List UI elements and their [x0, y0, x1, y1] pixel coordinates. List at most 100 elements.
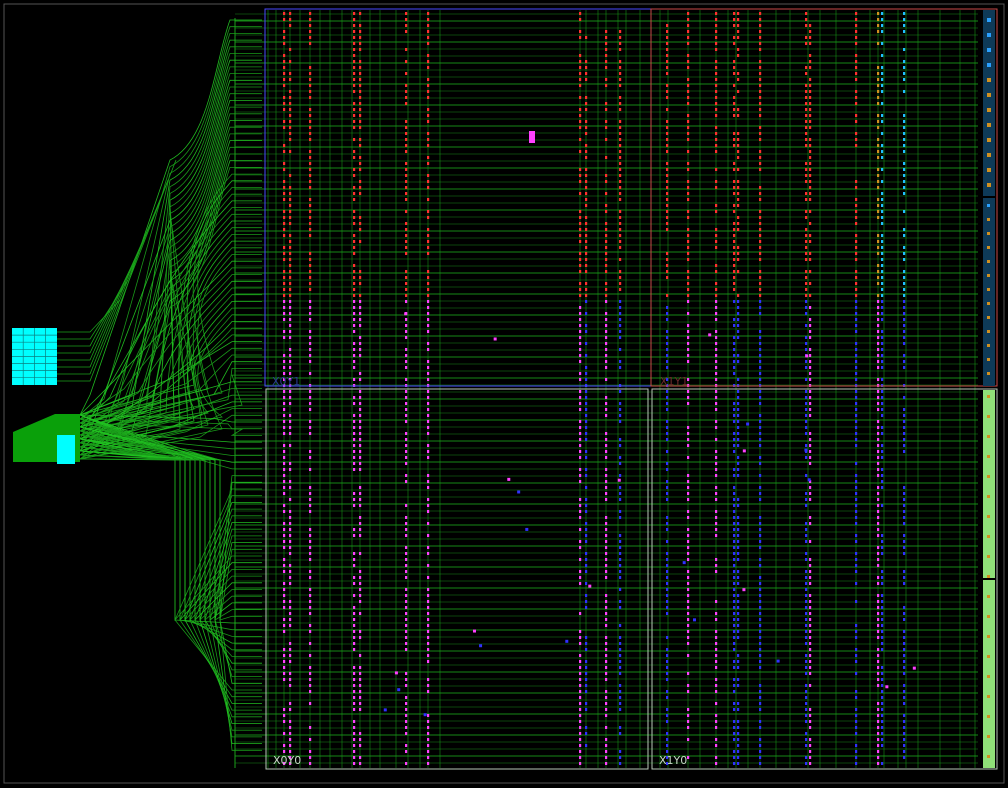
- placed-cell: [289, 510, 292, 513]
- placed-cell: [619, 672, 622, 675]
- placed-cell: [427, 594, 430, 597]
- placed-cell: [359, 468, 362, 471]
- placed-cell: [881, 54, 884, 57]
- placed-cell: [877, 342, 880, 345]
- placed-cell: [605, 474, 608, 477]
- placed-cell: [405, 192, 408, 195]
- placed-cell: [742, 449, 746, 453]
- placed-cell: [855, 30, 858, 33]
- placed-cell: [805, 696, 808, 699]
- placed-cell: [309, 546, 312, 549]
- placed-cell: [283, 618, 286, 621]
- placed-cell: [805, 36, 808, 39]
- placed-cell: [309, 126, 312, 129]
- placed-cell: [903, 546, 906, 549]
- placed-cell: [903, 492, 906, 495]
- bank-pin: [987, 260, 990, 263]
- placed-cell: [737, 708, 740, 711]
- placed-cell: [759, 84, 762, 87]
- placed-cell: [359, 396, 362, 399]
- placed-cell: [585, 396, 588, 399]
- placed-cell: [809, 252, 812, 255]
- placed-cell: [309, 66, 312, 69]
- placed-cell: [359, 630, 362, 633]
- placed-cell: [881, 696, 884, 699]
- placed-cell: [715, 612, 718, 615]
- placed-cell: [805, 528, 808, 531]
- placed-cell: [877, 360, 880, 363]
- placed-cell: [666, 558, 669, 561]
- placed-cell: [359, 186, 362, 189]
- placed-cell: [805, 552, 808, 555]
- placed-cell: [715, 450, 718, 453]
- io-bank-lower[interactable]: [983, 390, 995, 578]
- placed-cell: [737, 444, 740, 447]
- placed-cell: [585, 222, 588, 225]
- placed-cell: [353, 102, 356, 105]
- placed-cell: [809, 78, 812, 81]
- io-cluster-left[interactable]: [12, 328, 57, 385]
- placed-cell: [309, 486, 312, 489]
- placed-cell: [289, 252, 292, 255]
- placed-cell: [715, 654, 718, 657]
- placed-cell: [283, 216, 286, 219]
- placed-cell: [903, 636, 906, 639]
- placed-cell: [309, 450, 312, 453]
- placed-cell: [903, 444, 906, 447]
- placed-cell: [427, 762, 430, 765]
- placed-cell: [605, 690, 608, 693]
- io-bank-upper[interactable]: [983, 198, 995, 386]
- placed-cell: [737, 192, 740, 195]
- placed-cell: [877, 210, 880, 213]
- placed-cell: [619, 660, 622, 663]
- placed-cell: [855, 480, 858, 483]
- placed-cell: [805, 666, 808, 669]
- placed-cell: [666, 462, 669, 465]
- placed-cell: [855, 390, 858, 393]
- placed-cell: [877, 156, 880, 159]
- placed-cell: [687, 540, 690, 543]
- placed-cell: [903, 90, 906, 93]
- placed-cell: [353, 456, 356, 459]
- placed-cell: [619, 564, 622, 567]
- placed-cell: [619, 216, 622, 219]
- placed-cell: [585, 180, 588, 183]
- bank-pin: [987, 18, 991, 22]
- fpga-device-view[interactable]: X0Y1 X1Y1 X0Y0 X1Y0: [0, 0, 1008, 788]
- placed-cell: [309, 12, 312, 15]
- placed-cell: [881, 156, 884, 159]
- placed-cell: [427, 114, 430, 117]
- selected-cell[interactable]: [529, 131, 535, 143]
- placed-cell: [687, 84, 690, 87]
- placed-cell: [687, 600, 690, 603]
- placed-cell: [309, 168, 312, 171]
- placed-cell: [579, 708, 582, 711]
- placed-cell: [309, 510, 312, 513]
- placed-cell: [881, 672, 884, 675]
- placed-cell: [687, 240, 690, 243]
- io-bank-bottom[interactable]: [983, 580, 995, 768]
- placed-cell: [289, 486, 292, 489]
- placed-cell: [353, 246, 356, 249]
- placed-cell: [289, 72, 292, 75]
- placed-cell: [283, 228, 286, 231]
- placed-cell: [309, 552, 312, 555]
- io-buffer-block[interactable]: [57, 435, 75, 464]
- placed-cell: [877, 594, 880, 597]
- placed-cell: [805, 240, 808, 243]
- placed-cell: [759, 186, 762, 189]
- placed-cell: [585, 504, 588, 507]
- placed-cell: [666, 144, 669, 147]
- placed-cell: [809, 180, 812, 183]
- placed-cell: [855, 558, 858, 561]
- placed-cell: [759, 198, 762, 201]
- placed-cell: [805, 444, 808, 447]
- placed-cell: [733, 300, 736, 303]
- placed-cell: [309, 666, 312, 669]
- placed-cell: [309, 180, 312, 183]
- placed-cell: [359, 582, 362, 585]
- placed-cell: [805, 102, 808, 105]
- placed-cell: [805, 126, 808, 129]
- placed-cell: [359, 294, 362, 297]
- placed-cell: [605, 522, 608, 525]
